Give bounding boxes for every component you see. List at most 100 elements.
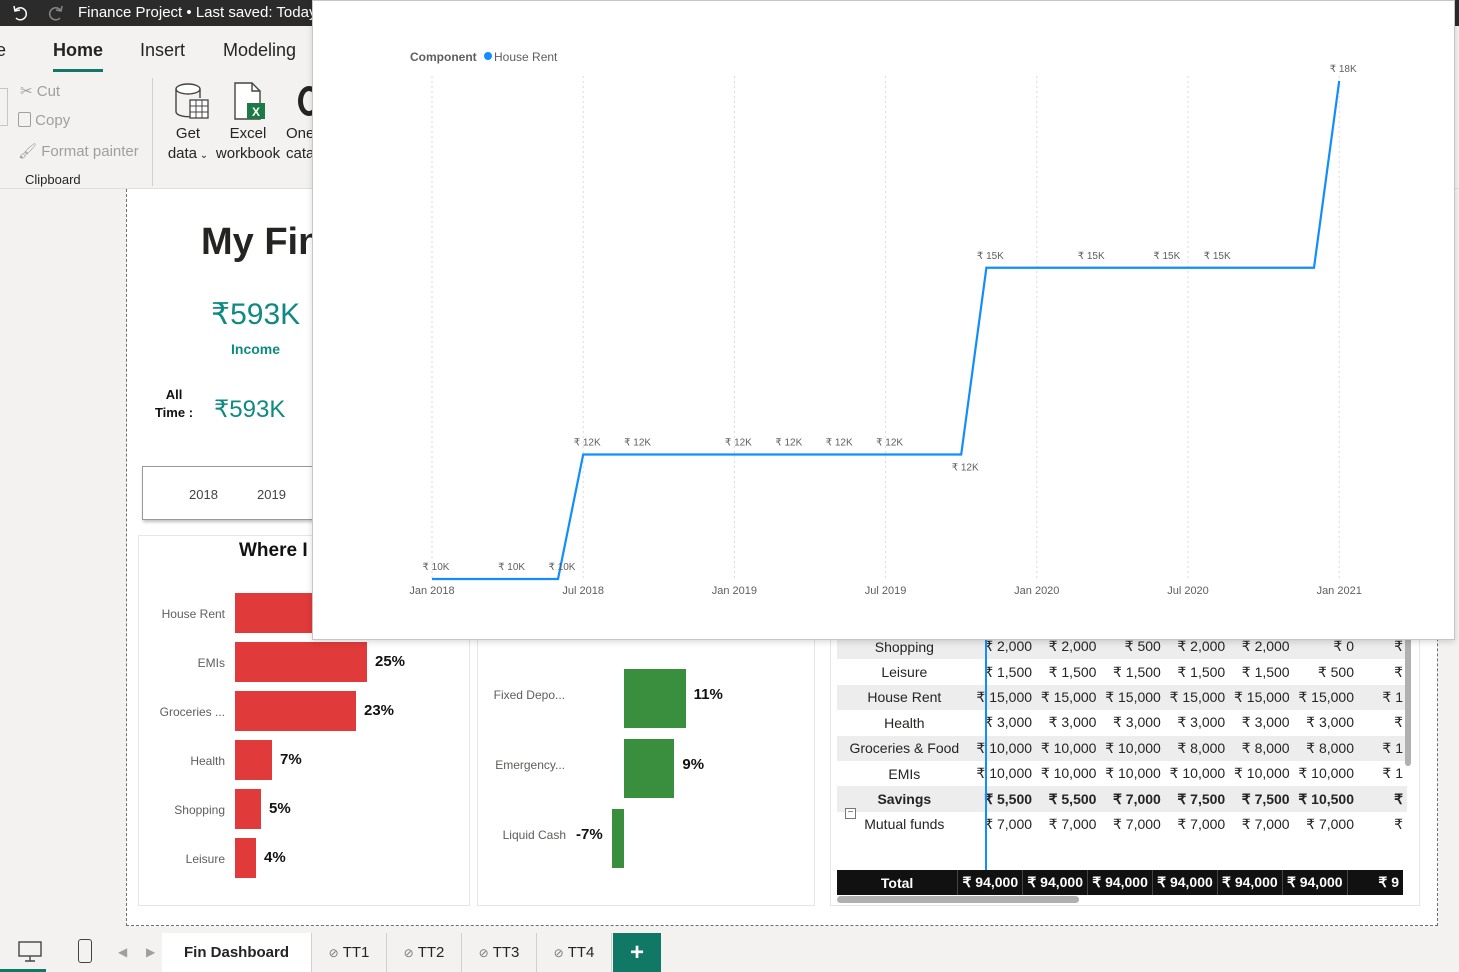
matrix-total-cell: ₹ 94,000 <box>1087 870 1153 896</box>
expense-bar[interactable] <box>235 789 261 829</box>
matrix-cell: ₹ 10,000 <box>1169 765 1226 782</box>
undo-icon[interactable] <box>10 3 30 23</box>
copy-label: Copy <box>35 112 71 129</box>
data-label: ₹ 10K <box>498 562 525 573</box>
clipboard-group-label: Clipboard <box>25 172 81 187</box>
all-time-value: ₹593K <box>214 396 286 423</box>
matrix-cell: ₹ 1,500 <box>1112 663 1161 680</box>
cut-button[interactable]: ✂ Cut <box>20 82 60 100</box>
matrix-row: Leisure ₹ 1,500 ₹ 1,500 ₹ 1,500 ₹ 1,500 ₹ 1,5… <box>837 659 1407 684</box>
page-tab-label: Fin Dashboard <box>183 944 289 961</box>
matrix-cell: ₹ 1 <box>1382 765 1403 782</box>
tab-insert[interactable]: Insert <box>140 40 185 61</box>
matrix-cell: ₹ <box>1394 663 1403 680</box>
collapse-icon[interactable]: − <box>845 808 856 819</box>
matrix-row-header: Health <box>884 714 925 731</box>
page-tab-fin-dashboard[interactable]: Fin Dashboard <box>162 933 312 972</box>
mobile-view-button[interactable] <box>70 933 100 972</box>
matrix-total-cell: ₹ 94,000 <box>957 870 1023 896</box>
matrix-total-cell: ₹ 94,000 <box>1151 870 1218 896</box>
slicer-year-2019[interactable]: 2019 <box>257 487 286 502</box>
data-label: ₹ 12K <box>725 438 752 449</box>
matrix-cell: ₹ 15,000 <box>1100 684 1165 711</box>
expense-bar[interactable] <box>235 642 367 682</box>
savings-bar[interactable] <box>624 669 686 728</box>
scroll-left-icon[interactable]: ◀ <box>118 945 127 959</box>
expense-bar[interactable] <box>235 838 256 878</box>
svg-text:X: X <box>252 105 260 119</box>
matrix-cell: ₹ <box>1394 815 1403 832</box>
matrix-cell: ₹ 3,000 <box>1177 714 1226 731</box>
matrix-cell: ₹ 8,000 <box>1229 735 1294 761</box>
x-tick-label: Jan 2018 <box>409 585 454 597</box>
expense-bar-value: 7% <box>280 751 302 768</box>
excel-icon: X <box>234 82 265 120</box>
data-label: ₹ 15K <box>1078 251 1105 262</box>
data-label: ₹ 18K <box>1330 64 1357 75</box>
page-tab-tt1[interactable]: ⊘ TT1 <box>312 933 387 972</box>
x-tick-label: Jul 2019 <box>865 585 907 597</box>
tab-home[interactable]: Home <box>53 40 104 72</box>
hidden-eye-icon: ⊘ <box>553 945 564 960</box>
paste-icon-partial[interactable] <box>0 88 8 126</box>
tab-file-partial[interactable]: e <box>0 40 6 61</box>
paintbrush-icon: 🖌 <box>18 143 38 160</box>
copy-icon <box>18 112 31 127</box>
matrix-cell: ₹ 5,500 <box>971 786 1037 812</box>
matrix-cell: ₹ 1,500 <box>1048 663 1097 680</box>
scroll-right-icon[interactable]: ▶ <box>146 945 155 959</box>
copy-button[interactable]: Copy <box>18 112 70 129</box>
format-painter-button[interactable]: 🖌 Format painter <box>18 142 139 160</box>
matrix-cell: ₹ 5,500 <box>1036 786 1101 812</box>
page-tab-tt4[interactable]: ⊘ TT4 <box>537 933 612 972</box>
matrix-total-row: Total ₹ 94,000 ₹ 94,000 ₹ 94,000 ₹ 94,000 ₹ 9… <box>837 870 1403 896</box>
expense-bar[interactable] <box>235 740 272 780</box>
matrix-row-header: Savings <box>837 786 972 812</box>
matrix-cell: ₹ 1 <box>1358 684 1407 711</box>
legend-marker <box>484 52 492 60</box>
matrix-cell: ₹ 3,000 <box>1112 714 1161 731</box>
matrix-cell: ₹ 7,000 <box>1306 815 1354 832</box>
matrix-cell: ₹ 10,000 <box>976 765 1033 782</box>
get-data-button[interactable]: Get data ⌄ <box>163 78 213 190</box>
matrix-cell: ₹ 7,000 <box>1241 815 1290 832</box>
matrix-cell: ₹ 7,000 <box>1177 815 1226 832</box>
matrix-row: Savings ₹ 5,500 ₹ 5,500 ₹ 7,000 ₹ 7,500 ₹ 7,5… <box>837 786 1407 812</box>
matrix-total-cell: ₹ 94,000 <box>1281 870 1348 896</box>
redo-icon[interactable] <box>46 3 66 23</box>
slicer-year-2018[interactable]: 2018 <box>189 487 218 502</box>
year-slicer[interactable]: 2018 2019 <box>142 466 322 520</box>
matrix-cell: ₹ 7,000 <box>1112 815 1161 832</box>
expense-bar-value: 25% <box>375 653 406 670</box>
savings-bar[interactable] <box>624 739 675 798</box>
page-tab-tt3[interactable]: ⊘ TT3 <box>462 933 537 972</box>
add-page-button[interactable]: + <box>613 933 661 972</box>
data-label: ₹ 10K <box>549 562 576 573</box>
tab-modeling[interactable]: Modeling <box>223 40 296 61</box>
onelake-catalog-button[interactable]: One cata <box>284 78 314 190</box>
desktop-view-button[interactable] <box>0 933 46 972</box>
savings-bar[interactable] <box>612 809 624 868</box>
expense-bar-label: EMIs <box>197 656 225 670</box>
income-kpi-label: Income <box>231 341 281 357</box>
matrix-cell: ₹ 15,000 <box>1229 684 1294 711</box>
matrix-cell: ₹ 1 <box>1358 735 1407 761</box>
matrix-cell: ₹ 15,000 <box>1036 684 1101 711</box>
matrix-cell: ₹ <box>1394 714 1403 731</box>
onelake-label: One cata <box>286 125 314 162</box>
excel-workbook-button[interactable]: X Excel workbook <box>214 78 282 190</box>
legend-series-label: House Rent <box>494 50 558 64</box>
expense-bar[interactable] <box>235 691 356 731</box>
matrix-cell: ₹ 10,000 <box>971 735 1037 761</box>
matrix-cell: ₹ 10,000 <box>1233 765 1290 782</box>
page-tab-tt2[interactable]: ⊘ TT2 <box>387 933 462 972</box>
expense-bar-value: 23% <box>364 702 395 719</box>
matrix-table-wrap: Shopping ₹ 2,000 ₹ 2,000 ₹ 500 ₹ 2,000 ₹ 2,00… <box>837 634 1407 894</box>
matrix-horizontal-scrollbar[interactable] <box>837 896 1079 903</box>
matrix-table: Shopping ₹ 2,000 ₹ 2,000 ₹ 500 ₹ 2,000 ₹ 2,00… <box>837 634 1407 837</box>
expense-bar-label: Health <box>190 754 225 768</box>
savings-bar-value: -7% <box>576 826 603 843</box>
matrix-vertical-scrollbar[interactable] <box>1405 636 1411 766</box>
expense-bar-label: Leisure <box>185 852 225 866</box>
matrix-row-header: Mutual funds <box>864 816 945 833</box>
